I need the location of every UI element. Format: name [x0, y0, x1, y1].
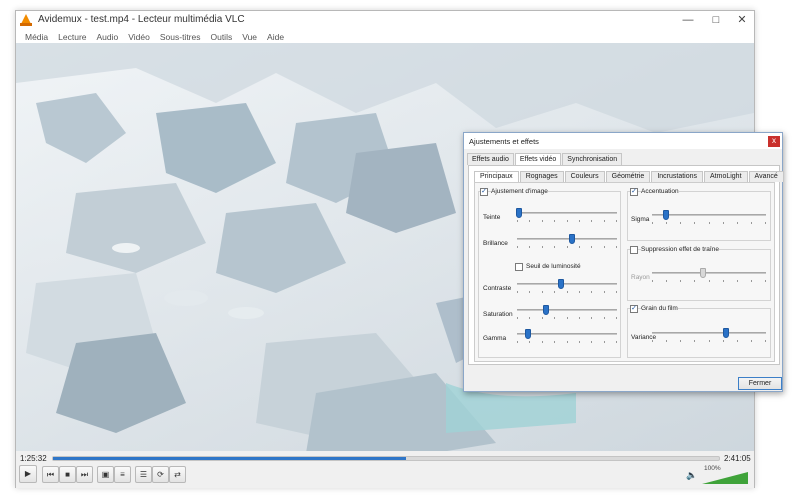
brillance-slider[interactable]: [517, 234, 617, 248]
volume-slider[interactable]: [702, 472, 748, 484]
seuil-checkbox[interactable]: [515, 263, 523, 271]
menu-vue[interactable]: Vue: [237, 30, 262, 44]
ghost-checkbox[interactable]: [630, 246, 638, 254]
fullscreen-icon[interactable]: ▣: [97, 466, 114, 483]
principaux-pane: ✓ Ajustement d'image Teinte Brillance Se…: [474, 182, 775, 362]
saturation-slider[interactable]: [517, 305, 617, 319]
dialog-close-icon[interactable]: x: [768, 136, 780, 147]
gamma-slider[interactable]: [517, 329, 617, 343]
saturation-label: Saturation: [483, 311, 513, 318]
title-bar: Avidemux - test.mp4 - Lecteur multimédia…: [16, 11, 754, 30]
image-adjust-label: Ajustement d'image: [491, 188, 548, 195]
shuffle-icon[interactable]: ⇄: [169, 466, 186, 483]
grain-label: Grain du film: [641, 305, 678, 312]
teinte-slider[interactable]: [516, 208, 617, 222]
sharpen-label: Accentuation: [641, 188, 679, 195]
subtab-atmolight[interactable]: AtmoLight: [704, 171, 748, 182]
dialog-title-bar: Ajustements et effets x: [464, 133, 782, 149]
seuil-label: Seuil de luminosité: [526, 263, 581, 270]
slider-thumb[interactable]: [569, 234, 575, 244]
tab-synchronisation[interactable]: Synchronisation: [562, 153, 623, 165]
menu-bar: Média Lecture Audio Vidéo Sous-titres Ou…: [16, 30, 754, 44]
subtab-incrustations[interactable]: Incrustations: [651, 171, 703, 182]
slider-thumb[interactable]: [723, 328, 730, 338]
dialog-title: Ajustements et effets: [469, 137, 539, 146]
slider-thumb[interactable]: [662, 210, 669, 220]
seek-bar-fill: [53, 457, 406, 460]
image-adjust-checkbox[interactable]: ✓: [480, 188, 488, 196]
window-title: Avidemux - test.mp4 - Lecteur multimédia…: [38, 14, 245, 25]
slider-thumb[interactable]: [525, 329, 531, 339]
tab-video-effects[interactable]: Effets vidéo: [514, 153, 562, 165]
tab-audio-effects[interactable]: Effets audio: [467, 153, 514, 165]
close-button[interactable]: Fermer: [738, 377, 782, 390]
sigma-slider[interactable]: [652, 210, 766, 224]
subtab-principaux[interactable]: Principaux: [474, 171, 519, 182]
stop-icon[interactable]: ■: [59, 466, 76, 483]
minimize-icon[interactable]: —: [674, 11, 702, 30]
slider-thumb[interactable]: [543, 305, 549, 315]
menu-aide[interactable]: Aide: [262, 30, 289, 44]
playlist-icon[interactable]: ☰: [135, 466, 152, 483]
vlc-cone-icon: [20, 14, 32, 26]
slider-thumb[interactable]: [700, 268, 707, 278]
subtab-couleurs[interactable]: Couleurs: [564, 171, 605, 182]
variance-slider[interactable]: [652, 328, 766, 342]
rayon-slider[interactable]: [652, 268, 766, 282]
teinte-label: Teinte: [483, 214, 501, 221]
close-window-icon[interactable]: ✕: [728, 11, 756, 30]
gamma-label: Gamma: [483, 335, 507, 342]
slider-thumb[interactable]: [558, 279, 564, 289]
grain-checkbox[interactable]: ✓: [630, 305, 638, 313]
volume-percent: 100%: [704, 465, 721, 472]
dialog-tabs: Effets audio Effets vidéo Synchronisatio…: [467, 153, 623, 165]
extended-settings-icon[interactable]: ≡: [114, 466, 131, 483]
sharpen-checkbox[interactable]: ✓: [630, 188, 638, 196]
sigma-label: Sigma: [631, 216, 650, 223]
adjustments-dialog: Ajustements et effets x Effets audio Eff…: [463, 132, 785, 392]
menu-sous-titres[interactable]: Sous-titres: [155, 30, 206, 44]
elapsed-time: 1:25:32: [20, 454, 47, 463]
contraste-slider[interactable]: [517, 279, 617, 293]
menu-video[interactable]: Vidéo: [123, 30, 155, 44]
maximize-icon[interactable]: □: [702, 11, 730, 30]
slider-thumb[interactable]: [516, 208, 522, 218]
menu-outils[interactable]: Outils: [205, 30, 237, 44]
seek-bar[interactable]: [52, 456, 720, 461]
subtab-rognages[interactable]: Rognages: [519, 171, 564, 182]
play-icon[interactable]: ▶: [19, 465, 37, 483]
ghost-label: Suppression effet de traîne: [641, 246, 719, 253]
speaker-icon[interactable]: 🔈: [686, 470, 697, 481]
playback-controls: 1:25:32 2:41:05 ▶ ⏮ ■ ⏭ ▣ ≡ ☰ ⟳ ⇄ 🔈 100%: [16, 451, 754, 488]
menu-lecture[interactable]: Lecture: [53, 30, 91, 44]
contraste-label: Contraste: [483, 285, 512, 292]
next-icon[interactable]: ⏭: [76, 466, 93, 483]
rayon-label: Rayon: [631, 274, 650, 281]
total-time: 2:41:05: [724, 454, 751, 463]
previous-icon[interactable]: ⏮: [42, 466, 59, 483]
menu-audio[interactable]: Audio: [92, 30, 124, 44]
subtab-geometrie[interactable]: Géométrie: [605, 171, 651, 182]
loop-icon[interactable]: ⟳: [152, 466, 169, 483]
subtab-avance[interactable]: Avancé: [748, 171, 784, 182]
menu-media[interactable]: Média: [20, 30, 53, 44]
brillance-label: Brillance: [483, 240, 508, 247]
video-subtabs: Principaux Rognages Couleurs Géométrie I…: [474, 171, 785, 182]
